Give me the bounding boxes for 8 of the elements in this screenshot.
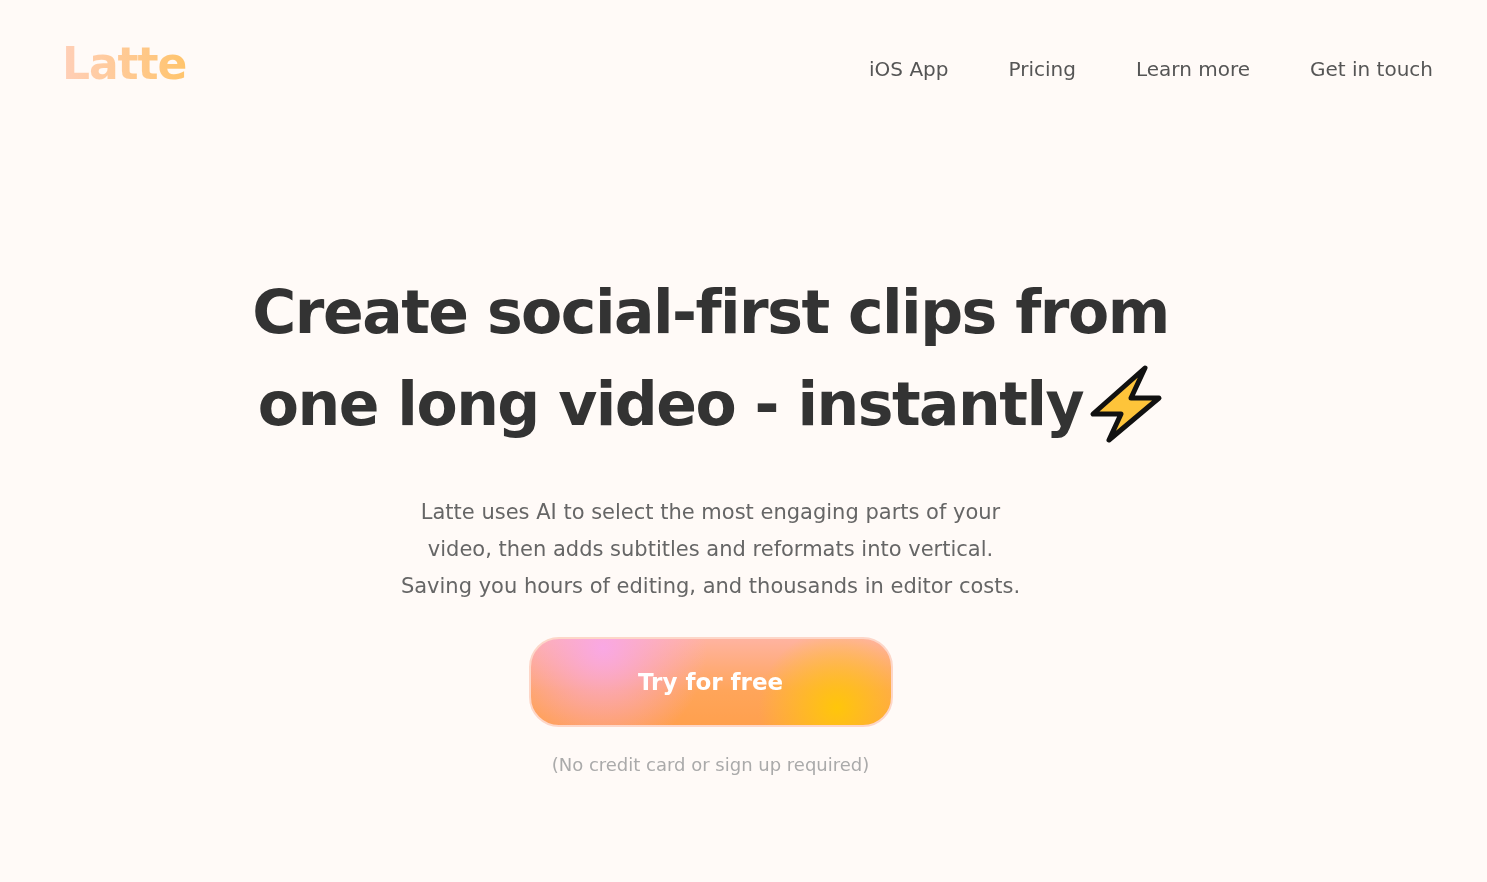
headline-line: Create social-first clips from xyxy=(252,276,1169,349)
nav-link[interactable]: Pricing xyxy=(1008,54,1076,84)
note: (No credit card or sign up required) xyxy=(551,753,870,777)
nav-link[interactable]: Learn more xyxy=(1135,54,1250,84)
nav-link[interactable]: Get in touch xyxy=(1309,54,1433,84)
headline-line: one long video - instantly xyxy=(257,368,1084,441)
description: Latte uses AI to select the most engaging parts of your video, then adds subtitles and reformats into vertical. Saving you hours of editing, and thousands in editor costs. xyxy=(400,499,1021,600)
nav-link[interactable]: iOS App xyxy=(869,54,949,84)
